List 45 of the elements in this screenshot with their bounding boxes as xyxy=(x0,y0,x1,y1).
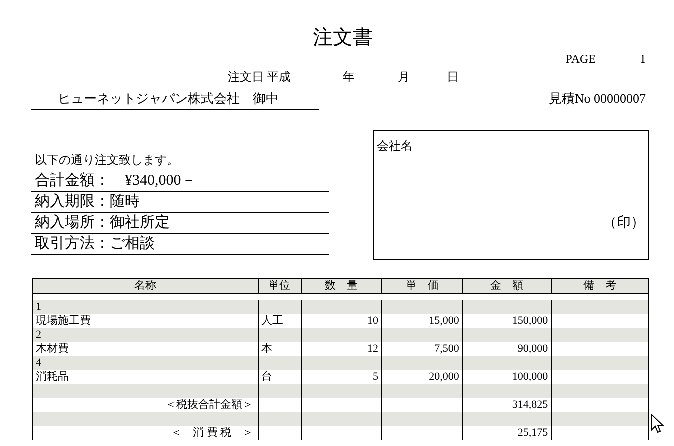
page-number: 1 xyxy=(640,52,646,66)
date-label: 月 xyxy=(398,70,411,84)
column-header: 備 考 xyxy=(582,279,618,293)
table-cell: 15,000 xyxy=(429,315,460,327)
term-line: 納入場所：御社所定 xyxy=(31,213,329,234)
term-line: 取引方法：ご相談 xyxy=(31,234,329,255)
cursor-icon xyxy=(651,414,665,434)
table-cell: 150,000 xyxy=(512,315,548,327)
table-cell: 1 xyxy=(36,301,42,313)
table-cell: ＜ 消 費 税 ＞ xyxy=(171,427,254,439)
table-cell: 人工 xyxy=(262,315,284,327)
estimate-number: 見積No 00000007 xyxy=(548,91,646,107)
table-cell: 5 xyxy=(372,371,378,383)
table-cell: 10 xyxy=(367,315,378,327)
seal-label: （印） xyxy=(603,216,645,232)
recipient-name: ヒューネットジャパン株式会社 御中 xyxy=(31,90,319,110)
table-cell: 台 xyxy=(262,371,273,383)
column-header: 単位 xyxy=(258,279,302,293)
table-cell: 314,825 xyxy=(512,399,548,411)
document-title: 注文書 xyxy=(313,26,373,51)
table-cell: 90,000 xyxy=(518,343,548,355)
table-cell: 7,500 xyxy=(434,343,460,355)
table-cell: 20,000 xyxy=(429,371,460,383)
table-cell: 12 xyxy=(367,343,378,355)
date-label: 年 xyxy=(343,70,356,84)
date-label: 注文日 平成 xyxy=(228,70,292,84)
page-label: PAGE xyxy=(566,52,596,66)
date-label: 日 xyxy=(447,70,459,84)
table-cell: 2 xyxy=(36,329,42,341)
table-cell: 本 xyxy=(262,343,273,355)
term-line: 納入期限：随時 xyxy=(31,192,329,213)
table-cell: 100,000 xyxy=(512,371,548,383)
column-header: 単 価 xyxy=(382,279,464,293)
table-cell: 木材費 xyxy=(36,343,69,355)
table-cell: 25,175 xyxy=(518,427,548,439)
intro-text: 以下の通り注文致します。 xyxy=(34,153,180,167)
company-label: 会社名 xyxy=(377,139,413,153)
term-line: 合計金額： ¥340,000－ xyxy=(31,171,329,192)
column-header: 金 額 xyxy=(463,279,552,293)
table-cell: ＜税抜合計金額＞ xyxy=(166,399,254,411)
table-cell: 消耗品 xyxy=(36,371,69,383)
table-cell: 4 xyxy=(36,357,42,369)
column-header: 名称 xyxy=(33,279,259,293)
column-header: 数 量 xyxy=(302,279,382,293)
table-cell: 現場施工費 xyxy=(36,315,91,327)
